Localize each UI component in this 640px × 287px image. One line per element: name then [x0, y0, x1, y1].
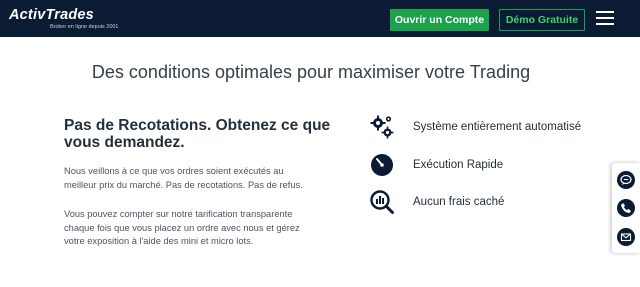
phone-icon[interactable]: [617, 199, 635, 217]
feature-label: Aucun frais caché: [413, 196, 505, 208]
feature-label: Exécution Rapide: [413, 159, 504, 171]
logo-tagline: Broker en ligne depuis 2001: [50, 24, 119, 30]
section-paragraph-2: Vous pouvez compter sur notre tarificati…: [64, 209, 300, 246]
open-account-button[interactable]: Ouvrir un Compte: [390, 9, 489, 31]
section-title: Pas de Recotations. Obtenez ce que vous …: [64, 117, 331, 151]
chat-icon[interactable]: [617, 171, 635, 189]
feature-no-hidden-fees: Aucun frais caché: [369, 189, 504, 215]
top-header: ActivTrades Broker en ligne depuis 2001 …: [0, 0, 640, 37]
contact-side-widget: [612, 163, 640, 253]
section-paragraph-1: Nous veillons à ce que vos ordres soient…: [64, 166, 303, 190]
free-demo-button[interactable]: Démo Gratuite: [499, 9, 585, 31]
magnifier-chart-icon: [369, 189, 395, 215]
stopwatch-icon: [369, 152, 395, 178]
page-title: Des conditions optimales pour maximiser …: [91, 62, 531, 82]
feature-fast-execution: Exécution Rapide: [369, 152, 503, 178]
gears-icon: [369, 114, 395, 140]
feature-automated-system: Système entièrement automatisé: [369, 114, 581, 140]
activtrades-logo[interactable]: ActivTrades Broker en ligne depuis 2001: [9, 7, 119, 33]
hamburger-icon[interactable]: [596, 11, 614, 26]
feature-label: Système entièrement automatisé: [413, 121, 582, 133]
email-icon[interactable]: [617, 228, 635, 246]
logo-text: ActivTrades: [9, 7, 94, 23]
